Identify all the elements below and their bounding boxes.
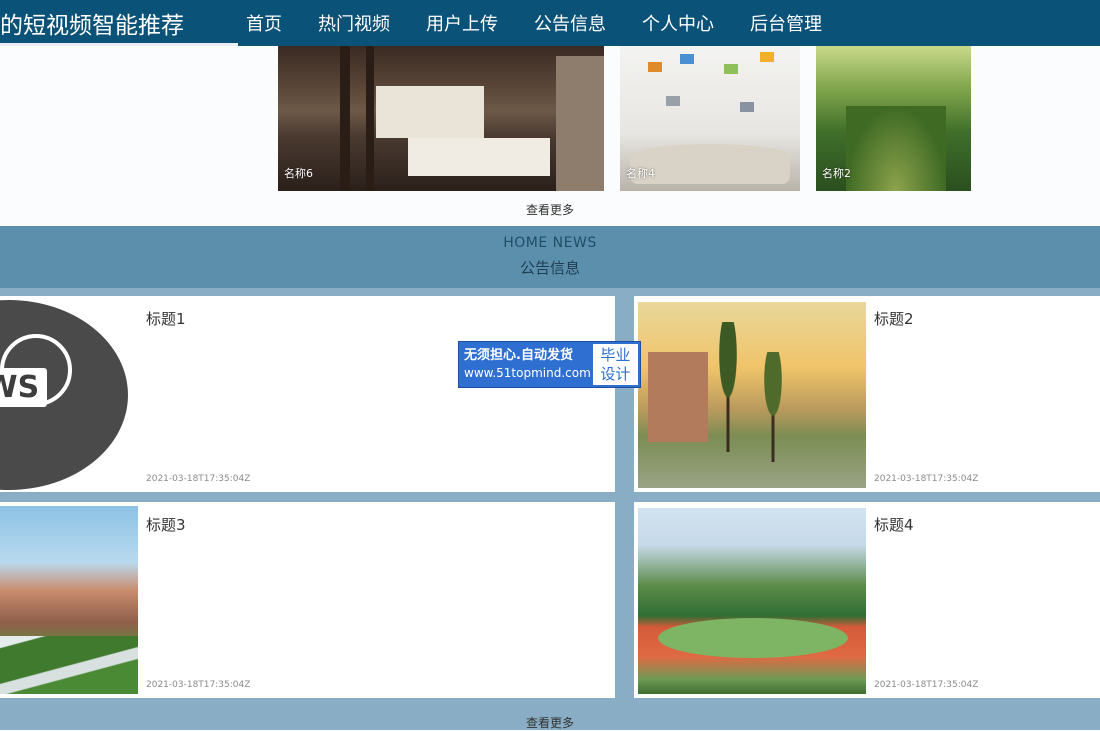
video-card-label: 名称6 [284,167,313,180]
news-header: HOME NEWS 公告信息 [0,226,1100,288]
ad-tag: 毕业 设计 [592,344,638,385]
news-thumbnail: EWS [0,298,138,490]
brand-underline [0,43,238,46]
news-card[interactable]: EWS 标题1 2021-03-18T17:35:04Z [0,296,615,492]
thumbnail-detail [708,322,748,452]
ad-banner[interactable]: 无须担心.自动发货 www.51topmind.com 毕业 设计 [458,341,641,388]
news-card[interactable]: 标题2 2021-03-18T17:35:04Z [634,296,1100,492]
news-date: 2021-03-18T17:35:04Z [874,680,979,690]
news-card[interactable]: 标题4 2021-03-18T17:35:04Z [634,502,1100,698]
top-nav: 的短视频智能推荐 首页 热门视频 用户上传 公告信息 个人中心 后台管理 [0,0,1100,46]
news-date: 2021-03-18T17:35:04Z [874,474,979,484]
ad-text: 无须担心.自动发货 www.51topmind.com [459,342,591,387]
thumbnail-detail [658,618,848,658]
site-title[interactable]: 的短视频智能推荐 [0,0,238,46]
view-more-videos-link[interactable]: 查看更多 [0,201,1100,218]
thumbnail-detail [366,46,374,191]
menu-item-hot-videos[interactable]: 热门视频 [318,10,390,36]
thumbnail-detail [376,86,484,138]
news-section: HOME NEWS 公告信息 EWS 标题1 2021-03-18T17:35:… [0,226,1100,730]
view-more-news-link[interactable]: 查看更多 [0,714,1100,731]
news-badge: EWS [0,368,48,407]
video-card[interactable]: 名称2 [816,46,971,191]
thumbnail-detail [0,636,138,694]
news-thumbnail [638,302,866,488]
thumbnail-detail [753,352,793,462]
video-card-label: 名称2 [822,167,851,180]
thumbnail-detail [740,102,754,112]
video-card-label: 名称4 [626,167,655,180]
menu-item-home[interactable]: 首页 [246,10,282,36]
thumbnail-detail [648,62,662,72]
thumbnail-detail [846,106,946,191]
menu-item-profile[interactable]: 个人中心 [642,10,714,36]
thumbnail-detail [666,96,680,106]
main-menu: 首页 热门视频 用户上传 公告信息 个人中心 后台管理 [246,0,858,46]
ad-slogan: 无须担心.自动发货 [464,348,573,363]
news-card[interactable]: 标题3 2021-03-18T17:35:04Z [0,502,615,698]
news-title: 标题4 [874,516,914,534]
menu-item-admin[interactable]: 后台管理 [750,10,822,36]
video-card[interactable]: 名称6 [278,46,604,191]
news-date: 2021-03-18T17:35:04Z [146,474,251,484]
news-title: 标题3 [146,516,186,534]
news-title: 标题2 [874,310,914,328]
menu-item-user-upload[interactable]: 用户上传 [426,10,498,36]
thumbnail-detail [556,56,604,191]
thumbnail-detail [408,138,550,176]
video-card[interactable]: 名称4 [620,46,800,191]
video-section: 名称6 名称4 名称2 查看更多 [0,46,1100,226]
thumbnail-detail [724,64,738,74]
news-heading-cn: 公告信息 [519,259,580,277]
news-date: 2021-03-18T17:35:04Z [146,680,251,690]
news-thumbnail [638,508,866,694]
thumbnail-detail [648,352,708,442]
menu-item-announcements[interactable]: 公告信息 [534,10,606,36]
ad-url: www.51topmind.com [464,366,591,380]
news-title: 标题1 [146,310,186,328]
news-heading-en: HOME NEWS [503,235,597,251]
thumbnail-detail [340,46,350,191]
globe-icon: EWS [0,300,128,490]
thumbnail-detail [760,52,774,62]
thumbnail-detail [680,54,694,64]
news-thumbnail [0,506,138,694]
ad-tag-line2: 设计 [600,364,631,383]
ad-tag-line1: 毕业 [600,345,631,364]
